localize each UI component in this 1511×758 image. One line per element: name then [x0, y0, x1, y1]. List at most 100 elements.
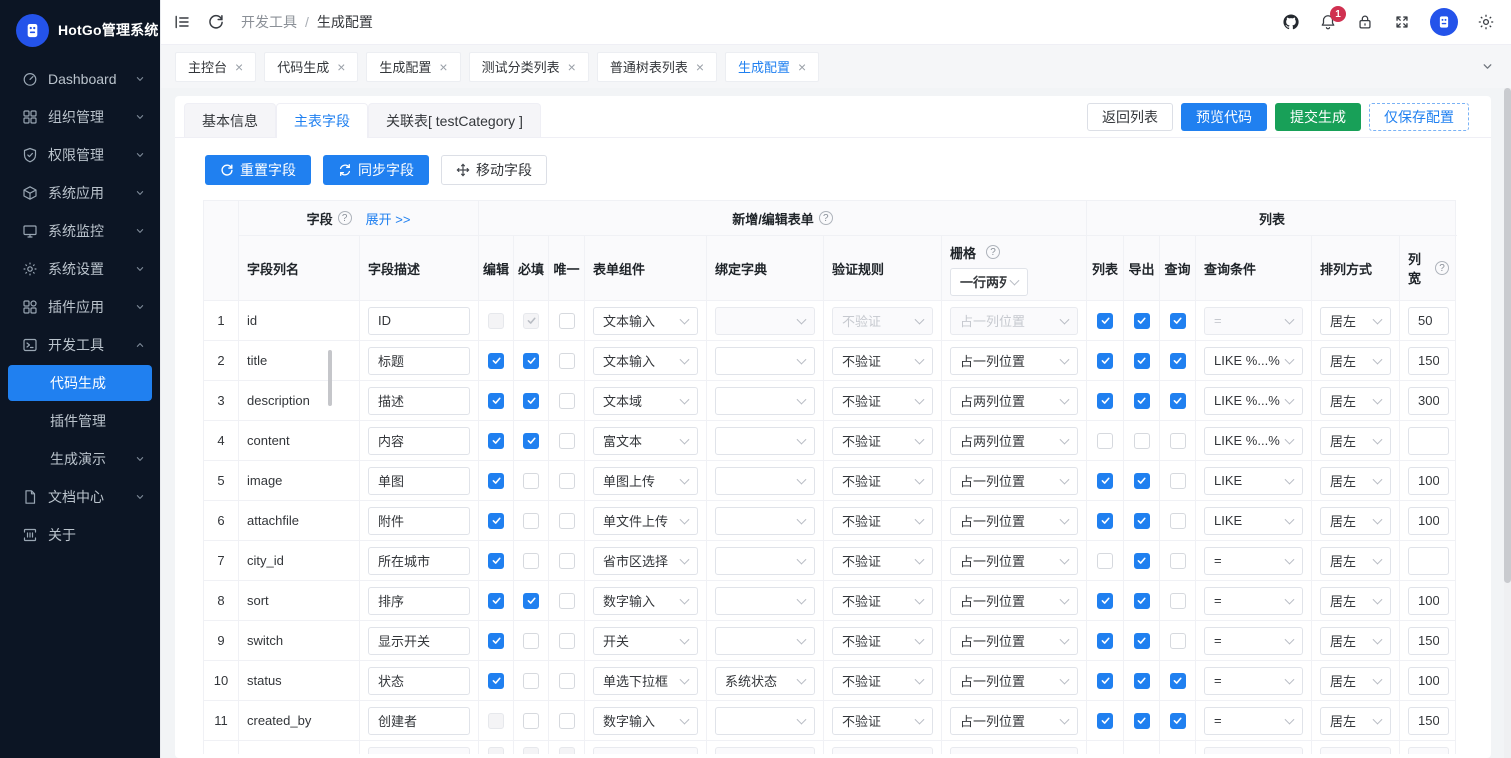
sidebar-subitem-生成演示[interactable]: 生成演示	[0, 440, 160, 478]
github-icon[interactable]	[1282, 13, 1300, 31]
column-width-input[interactable]	[1408, 467, 1449, 495]
close-icon[interactable]: ×	[235, 60, 243, 74]
align-select[interactable]: 居左	[1320, 667, 1391, 695]
unique-checkbox[interactable]	[559, 313, 575, 329]
list-checkbox[interactable]	[1097, 633, 1113, 649]
sidebar-item-开发工具[interactable]: 开发工具	[0, 326, 160, 364]
grid-select[interactable]: 占一列位置	[950, 467, 1078, 495]
grid-select[interactable]: 占两列位置	[950, 427, 1078, 455]
grid-select[interactable]: 占一列位置	[950, 587, 1078, 615]
dict-select[interactable]	[715, 427, 815, 455]
field-desc-input[interactable]	[368, 347, 470, 375]
field-desc-input[interactable]	[368, 427, 470, 455]
edit-checkbox[interactable]	[488, 473, 504, 489]
dict-select[interactable]	[715, 547, 815, 575]
tab-代码生成[interactable]: 代码生成×	[264, 52, 358, 82]
align-select[interactable]: 居左	[1320, 627, 1391, 655]
query-checkbox[interactable]	[1170, 473, 1186, 489]
scrollbar-thumb[interactable]	[1504, 88, 1511, 583]
menu-collapse-icon[interactable]	[173, 13, 191, 31]
unique-checkbox[interactable]	[559, 513, 575, 529]
dict-select[interactable]	[715, 587, 815, 615]
back-to-list-button[interactable]: 返回列表	[1087, 103, 1173, 131]
export-checkbox[interactable]	[1134, 473, 1150, 489]
grid-select[interactable]: 占一列位置	[950, 667, 1078, 695]
help-icon[interactable]: ?	[338, 211, 352, 225]
grid-select[interactable]: 占一列位置	[950, 507, 1078, 535]
tabs-dropdown-chevron-icon[interactable]	[1480, 45, 1495, 88]
grid-layout-select[interactable]: 一行两列	[950, 268, 1028, 296]
edit-checkbox[interactable]	[488, 673, 504, 689]
component-select[interactable]: 富文本	[593, 427, 698, 455]
edit-checkbox[interactable]	[488, 313, 504, 329]
component-select[interactable]: 数字输入	[593, 587, 698, 615]
required-checkbox[interactable]	[523, 673, 539, 689]
expand-link[interactable]: 展开 >>	[366, 209, 411, 228]
component-select[interactable]: 开关	[593, 627, 698, 655]
close-icon[interactable]: ×	[798, 60, 806, 74]
cond-select[interactable]: LIKE %...%	[1204, 347, 1303, 375]
edit-checkbox[interactable]	[488, 553, 504, 569]
tab-普通树表列表[interactable]: 普通树表列表×	[597, 52, 717, 82]
tab-生成配置[interactable]: 生成配置×	[725, 52, 819, 82]
align-select[interactable]: 居左	[1320, 347, 1391, 375]
cond-select[interactable]: =	[1204, 307, 1303, 335]
tab-主控台[interactable]: 主控台×	[175, 52, 256, 82]
scrollbar-thumb-left[interactable]	[328, 350, 332, 406]
required-checkbox[interactable]	[523, 393, 539, 409]
required-checkbox[interactable]	[523, 553, 539, 569]
sidebar-item-Dashboard[interactable]: Dashboard	[0, 60, 160, 98]
grid-select[interactable]: 占一列位置	[950, 707, 1078, 735]
export-checkbox[interactable]	[1134, 593, 1150, 609]
dict-select[interactable]	[715, 387, 815, 415]
sidebar-item-系统监控[interactable]: 系统监控	[0, 212, 160, 250]
field-desc-input[interactable]	[368, 587, 470, 615]
required-checkbox[interactable]	[523, 433, 539, 449]
validate-select[interactable]: 不验证	[832, 507, 933, 535]
sidebar-item-权限管理[interactable]: 权限管理	[0, 136, 160, 174]
field-desc-input[interactable]	[368, 387, 470, 415]
query-checkbox[interactable]	[1170, 313, 1186, 329]
dict-select[interactable]: 系统状态	[715, 667, 815, 695]
cond-select[interactable]: =	[1204, 627, 1303, 655]
help-icon[interactable]: ?	[819, 211, 833, 225]
validate-select[interactable]: 不验证	[832, 667, 933, 695]
required-checkbox[interactable]	[523, 353, 539, 369]
move-fields-button[interactable]: 移动字段	[441, 155, 547, 185]
align-select[interactable]: 居左	[1320, 467, 1391, 495]
edit-checkbox[interactable]	[488, 633, 504, 649]
query-checkbox[interactable]	[1170, 513, 1186, 529]
unique-checkbox[interactable]	[559, 673, 575, 689]
align-select[interactable]: 居左	[1320, 587, 1391, 615]
lock-icon[interactable]	[1356, 13, 1374, 31]
unique-checkbox[interactable]	[559, 713, 575, 729]
user-avatar[interactable]	[1430, 8, 1458, 36]
unique-checkbox[interactable]	[559, 593, 575, 609]
required-checkbox[interactable]	[523, 313, 539, 329]
cond-select[interactable]: =	[1204, 667, 1303, 695]
export-checkbox[interactable]	[1134, 353, 1150, 369]
list-checkbox[interactable]	[1097, 673, 1113, 689]
column-width-input[interactable]	[1408, 667, 1449, 695]
column-width-input[interactable]	[1408, 627, 1449, 655]
edit-checkbox[interactable]	[488, 433, 504, 449]
component-select[interactable]: 数字输入	[593, 707, 698, 735]
sidebar-item-插件应用[interactable]: 插件应用	[0, 288, 160, 326]
edit-checkbox[interactable]	[488, 393, 504, 409]
align-select[interactable]: 居左	[1320, 387, 1391, 415]
list-checkbox[interactable]	[1097, 553, 1113, 569]
list-checkbox[interactable]	[1097, 353, 1113, 369]
breadcrumb-item[interactable]: 开发工具	[241, 12, 297, 32]
column-width-input[interactable]	[1408, 587, 1449, 615]
validate-select[interactable]: 不验证	[832, 387, 933, 415]
refresh-icon[interactable]	[207, 13, 225, 31]
export-checkbox[interactable]	[1134, 513, 1150, 529]
field-desc-input[interactable]	[368, 707, 470, 735]
required-checkbox[interactable]	[523, 513, 539, 529]
component-select[interactable]: 单文件上传	[593, 507, 698, 535]
query-checkbox[interactable]	[1170, 593, 1186, 609]
validate-select[interactable]: 不验证	[832, 467, 933, 495]
tab-测试分类列表[interactable]: 测试分类列表×	[469, 52, 589, 82]
align-select[interactable]: 居左	[1320, 507, 1391, 535]
dict-select[interactable]	[715, 347, 815, 375]
